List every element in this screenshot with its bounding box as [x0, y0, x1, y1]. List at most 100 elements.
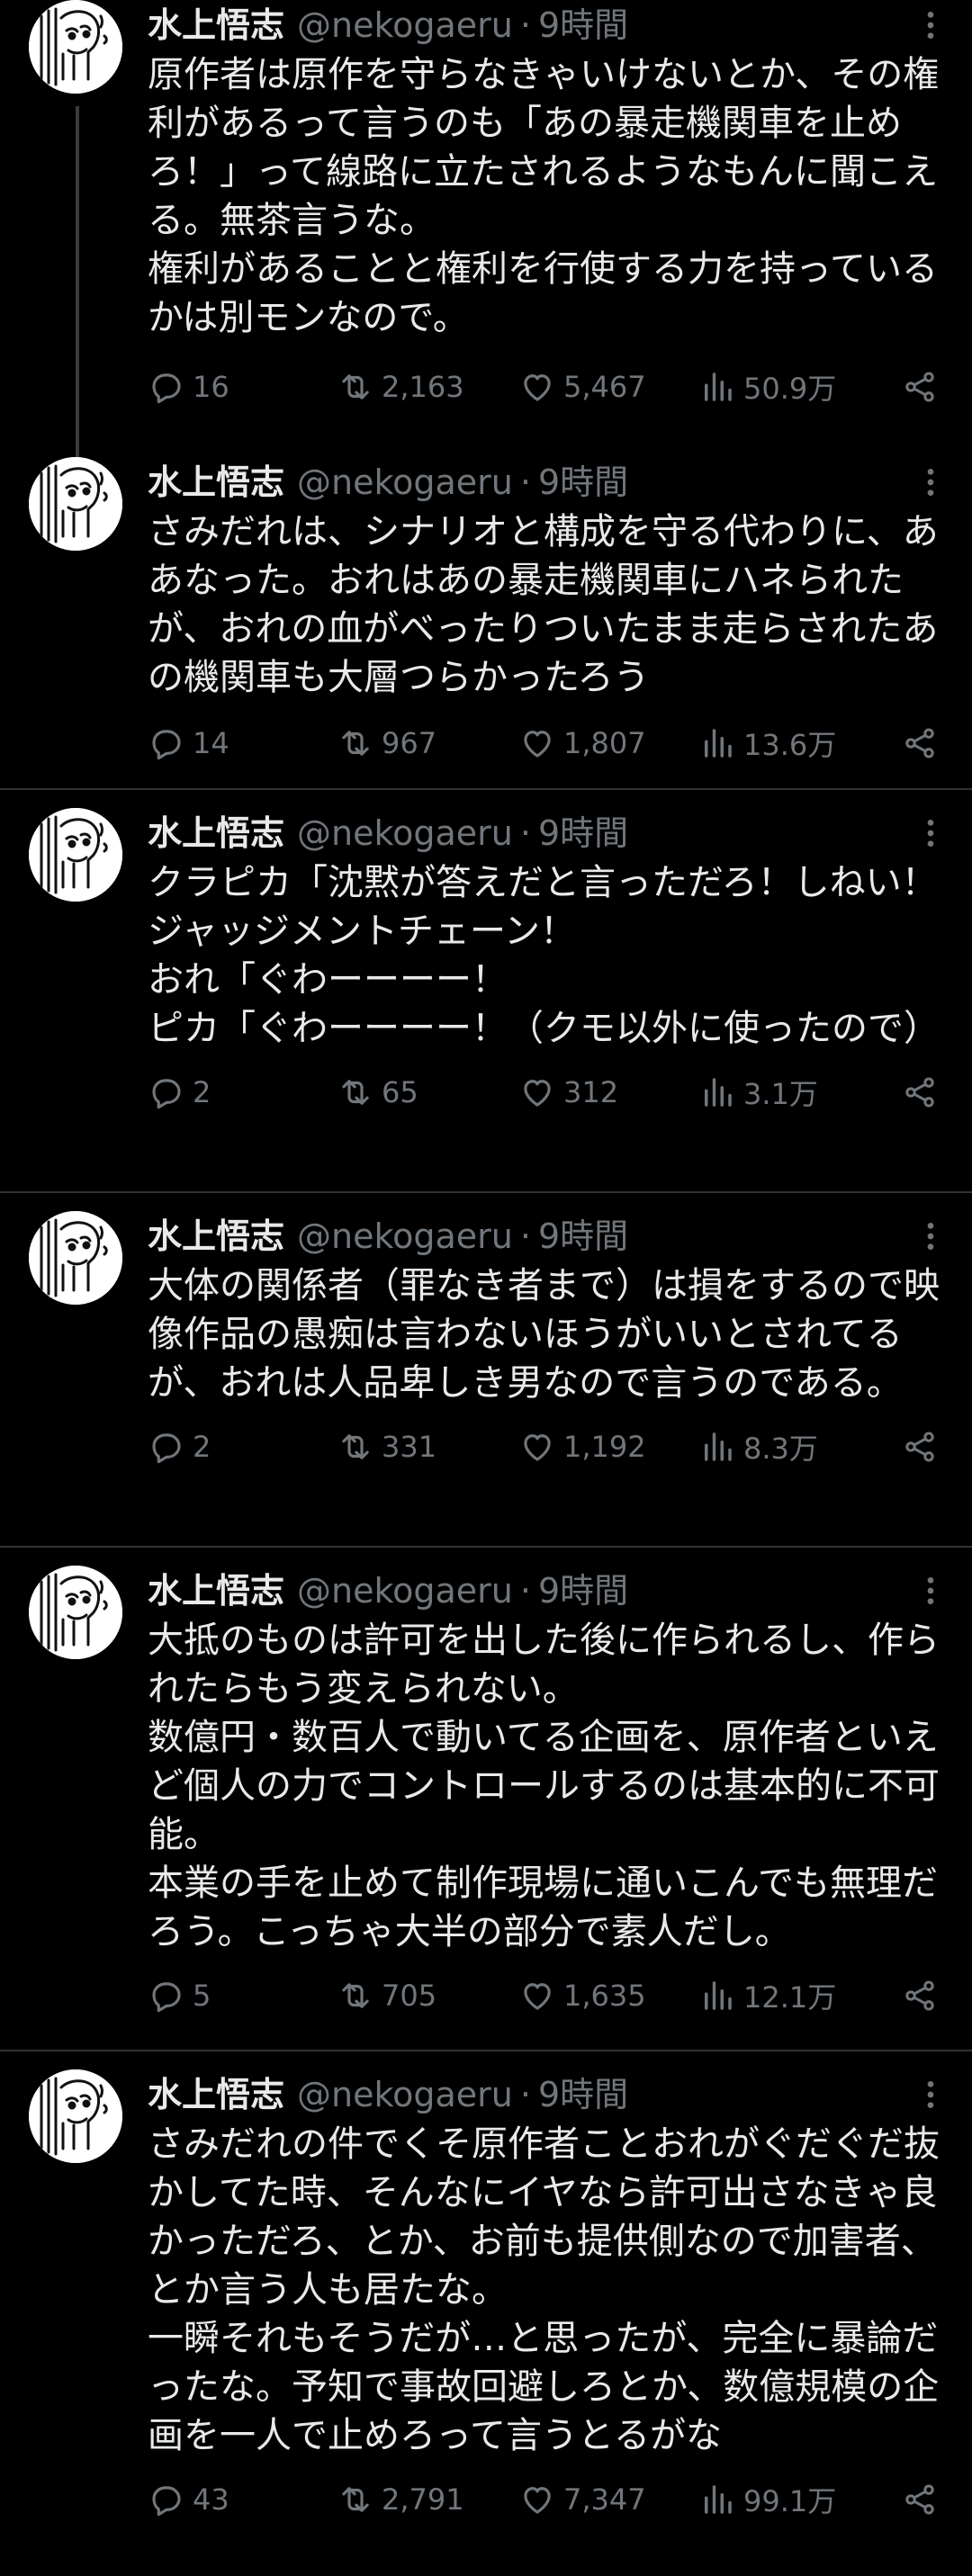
retweet-button[interactable]: 2,791 — [337, 2474, 464, 2525]
reply-button[interactable]: 16 — [148, 362, 230, 412]
reply-count: 14 — [193, 726, 230, 760]
display-name[interactable]: 水上悟志 — [148, 457, 284, 507]
like-button[interactable]: 7,347 — [518, 2474, 646, 2525]
action-bar: 5 705 1,635 12.1万 — [148, 1970, 954, 2021]
share-icon[interactable] — [902, 1978, 938, 2014]
like-button[interactable]: 5,467 — [518, 362, 646, 412]
like-count: 1,807 — [563, 726, 646, 760]
timestamp[interactable]: 9時間 — [538, 2069, 628, 2120]
tweet[interactable]: 水上悟志 @nekogaeru · 9時間 原作者は原作を守らなきゃいけないとか… — [0, 0, 972, 457]
timestamp[interactable]: 9時間 — [538, 457, 628, 507]
display-name[interactable]: 水上悟志 — [148, 0, 284, 50]
timestamp[interactable]: 9時間 — [538, 0, 628, 50]
tweet[interactable]: 水上悟志 @nekogaeru · 9時間 さみだれは、シナリオと構成を守る代わ… — [0, 457, 972, 790]
retweet-icon — [342, 1080, 369, 1105]
views-button[interactable]: 13.6万 — [698, 718, 836, 768]
share-icon[interactable] — [902, 725, 938, 761]
share-icon[interactable] — [902, 369, 938, 405]
action-bar: 2 65 312 3.1万 — [148, 1067, 954, 1117]
avatar[interactable] — [29, 457, 122, 551]
view-count: 12.1万 — [743, 1980, 837, 2015]
more-icon[interactable] — [913, 7, 949, 43]
tweet[interactable]: 水上悟志 @nekogaeru · 9時間 大抵のものは許可を出した後に作られる… — [0, 1548, 972, 2051]
user-handle[interactable]: @nekogaeru — [297, 2069, 513, 2120]
more-icon[interactable] — [913, 1573, 949, 1609]
retweet-button[interactable]: 331 — [337, 1422, 436, 1472]
reply-button[interactable]: 14 — [148, 718, 230, 768]
share-icon[interactable] — [902, 2482, 938, 2518]
views-button[interactable]: 12.1万 — [698, 1970, 836, 2021]
reply-count: 2 — [193, 1430, 212, 1464]
retweet-button[interactable]: 65 — [337, 1067, 418, 1117]
timestamp[interactable]: 9時間 — [538, 1211, 628, 1261]
view-count: 99.1万 — [743, 2484, 837, 2518]
display-name[interactable]: 水上悟志 — [148, 2069, 284, 2120]
avatar[interactable] — [29, 2069, 122, 2163]
more-icon[interactable] — [913, 2077, 949, 2113]
retweet-icon — [342, 2487, 369, 2512]
tweet-header: 水上悟志 @nekogaeru · 9時間 — [148, 1566, 954, 1616]
views-icon — [705, 1078, 732, 1107]
user-handle[interactable]: @nekogaeru — [297, 457, 513, 507]
views-button[interactable]: 50.9万 — [698, 362, 836, 412]
like-button[interactable]: 312 — [518, 1067, 618, 1117]
more-icon[interactable] — [913, 815, 949, 851]
like-button[interactable]: 1,807 — [518, 718, 646, 768]
like-button[interactable]: 1,192 — [518, 1422, 646, 1472]
heart-icon — [524, 1080, 551, 1107]
retweet-button[interactable]: 2,163 — [337, 362, 464, 412]
avatar[interactable] — [29, 1566, 122, 1659]
view-count: 50.9万 — [743, 372, 837, 406]
retweet-count: 967 — [382, 726, 437, 760]
tweet[interactable]: 水上悟志 @nekogaeru · 9時間 クラピカ「沈黙が答えだと言っただろ！… — [0, 790, 972, 1193]
tweet-text: クラピカ「沈黙が答えだと言っただろ！しねい！ジャッジメントチェーン！ おれ「ぐわ… — [148, 862, 940, 1049]
avatar[interactable] — [29, 1211, 122, 1305]
more-icon[interactable] — [913, 1218, 949, 1254]
user-handle[interactable]: @nekogaeru — [297, 1211, 513, 1261]
reply-button[interactable]: 2 — [148, 1067, 211, 1117]
heart-icon — [524, 1434, 551, 1461]
timestamp[interactable]: 9時間 — [538, 808, 628, 858]
reply-button[interactable]: 2 — [148, 1422, 211, 1472]
share-icon[interactable] — [902, 1074, 938, 1110]
retweet-button[interactable]: 705 — [337, 1970, 436, 2021]
tweet-text: 原作者は原作を守らなきゃいけないとか、その権利があるって言うのも「あの暴走機関車… — [148, 54, 940, 338]
display-name[interactable]: 水上悟志 — [148, 1566, 284, 1616]
retweet-icon — [342, 374, 369, 399]
timestamp[interactable]: 9時間 — [538, 1566, 628, 1616]
views-button[interactable]: 3.1万 — [698, 1067, 818, 1117]
display-name[interactable]: 水上悟志 — [148, 1211, 284, 1261]
view-count: 13.6万 — [743, 728, 837, 762]
retweet-button[interactable]: 967 — [337, 718, 436, 768]
separator: · — [519, 462, 531, 502]
avatar[interactable] — [29, 0, 122, 94]
share-icon[interactable] — [902, 1429, 938, 1465]
reply-count: 2 — [193, 1075, 212, 1109]
views-icon — [705, 1981, 732, 2010]
reply-button[interactable]: 5 — [148, 1970, 211, 2021]
reply-icon — [152, 1079, 181, 1109]
user-handle[interactable]: @nekogaeru — [297, 0, 513, 50]
views-button[interactable]: 99.1万 — [698, 2474, 836, 2525]
heart-icon — [524, 2487, 551, 2514]
avatar[interactable] — [29, 808, 122, 902]
retweet-icon — [342, 1434, 369, 1459]
separator: · — [519, 1216, 531, 1256]
views-button[interactable]: 8.3万 — [698, 1422, 818, 1472]
reply-icon — [152, 373, 181, 404]
action-bar: 2 331 1,192 8.3万 — [148, 1422, 954, 1472]
retweet-count: 2,163 — [382, 370, 464, 404]
views-icon — [705, 729, 732, 758]
more-icon[interactable] — [913, 464, 949, 500]
view-count: 3.1万 — [743, 1077, 818, 1111]
heart-icon — [524, 1983, 551, 2010]
reply-button[interactable]: 43 — [148, 2474, 230, 2525]
like-button[interactable]: 1,635 — [518, 1970, 646, 2021]
user-handle[interactable]: @nekogaeru — [297, 808, 513, 858]
tweet-text: さみだれは、シナリオと構成を守る代わりに、ああなった。おれはあの暴走機関車にハネ… — [148, 511, 939, 698]
tweet[interactable]: 水上悟志 @nekogaeru · 9時間 さみだれの件でくそ原作者ことおれがぐ… — [0, 2051, 972, 2576]
display-name[interactable]: 水上悟志 — [148, 808, 284, 858]
tweet[interactable]: 水上悟志 @nekogaeru · 9時間 大体の関係者（罪なき者まで）は損をす… — [0, 1193, 972, 1548]
like-count: 1,192 — [563, 1430, 646, 1464]
user-handle[interactable]: @nekogaeru — [297, 1566, 513, 1616]
